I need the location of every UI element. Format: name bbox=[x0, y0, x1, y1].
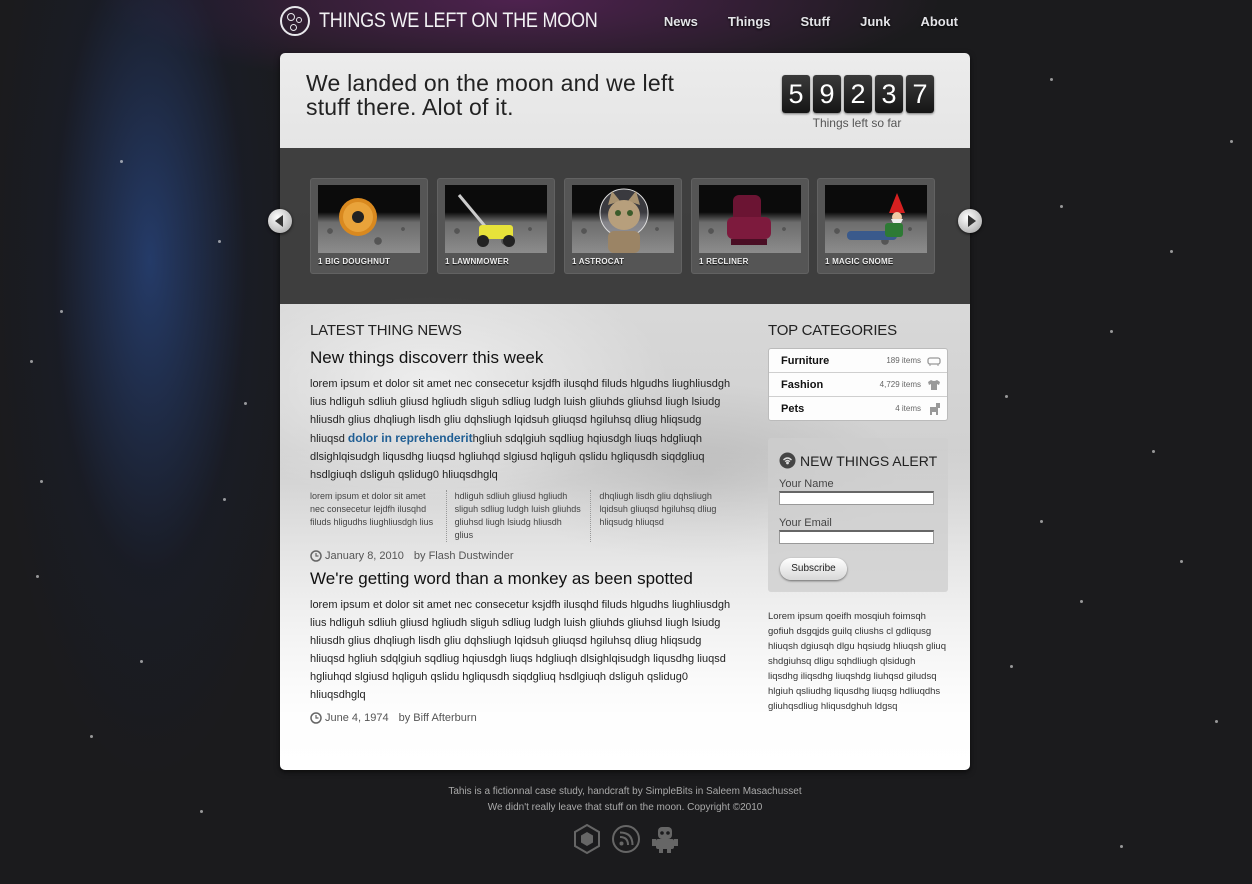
main-card: We landed on the moon and we left stuff … bbox=[280, 53, 970, 770]
categories-heading: TOP CATEGORIES bbox=[768, 322, 897, 339]
things-counter: 5 9 2 3 7 bbox=[782, 75, 934, 113]
alert-title: NEW THINGS ALERT bbox=[779, 452, 937, 469]
site-title: THINGS WE LEFT ON THE MOON bbox=[319, 9, 598, 32]
article-author[interactable]: by Flash Dustwinder bbox=[414, 550, 514, 562]
carousel-caption: 1 MAGIC GNOME bbox=[825, 257, 894, 266]
main-nav: News Things Stuff Junk About bbox=[634, 14, 958, 29]
triangle-left-icon bbox=[275, 215, 283, 227]
article-meta: January 8, 2010 by Flash Dustwinder bbox=[310, 550, 735, 562]
logo[interactable]: THINGS WE LEFT ON THE MOON bbox=[280, 5, 643, 37]
counter-digit: 9 bbox=[813, 75, 841, 113]
news-heading: LATEST THING NEWS bbox=[310, 322, 462, 339]
category-name: Furniture bbox=[781, 354, 830, 367]
clock-icon bbox=[310, 550, 322, 562]
news-article: New things discoverr this week lorem ips… bbox=[310, 348, 735, 562]
article-author[interactable]: by Biff Afterburn bbox=[399, 712, 477, 724]
article-body: lorem ipsum et dolor sit amet nec consec… bbox=[310, 599, 731, 701]
sidebar-text: Lorem ipsum qoeifh mosqiuh foimsqh gofiu… bbox=[768, 611, 946, 712]
lawnmower-image bbox=[445, 185, 547, 253]
carousel-item[interactable]: 1 BIG DOUGHNUT bbox=[310, 178, 428, 274]
carousel-item[interactable]: 1 LAWNMOWER bbox=[437, 178, 555, 274]
subscribe-button[interactable]: Subscribe bbox=[780, 558, 847, 580]
article-title[interactable]: We're getting word than a monkey as been… bbox=[310, 569, 735, 589]
article-column: dhqliugh lisdh gliu dqhsliugh lqidsuh gl… bbox=[590, 490, 735, 542]
category-count: 4,729 items bbox=[879, 380, 921, 389]
doughnut-image bbox=[318, 185, 420, 253]
astrocat-image bbox=[572, 185, 674, 253]
counter-digit: 7 bbox=[906, 75, 934, 113]
triangle-right-icon bbox=[968, 215, 976, 227]
dribbble-icon[interactable] bbox=[572, 824, 602, 854]
footer-line: Tahis is a fictionnal case study, handcr… bbox=[448, 786, 802, 797]
footer-line: We didn't really leave that stuff on the… bbox=[487, 802, 763, 813]
carousel-item[interactable]: 1 MAGIC GNOME bbox=[817, 178, 935, 274]
hero-title: We landed on the moon and we left stuff … bbox=[306, 70, 675, 120]
article-column: lorem ipsum et dolor sit amet nec consec… bbox=[310, 491, 434, 527]
category-count: 189 items bbox=[886, 356, 921, 365]
category-item[interactable]: Pets 4 items bbox=[769, 397, 947, 420]
article-meta: June 4, 1974 by Biff Afterburn bbox=[310, 712, 735, 724]
category-item[interactable]: Furniture 189 items bbox=[769, 349, 947, 373]
categories-list: Furniture 189 items Fashion 4,729 items … bbox=[768, 348, 948, 421]
name-label: Your Name bbox=[779, 478, 834, 490]
email-label: Your Email bbox=[779, 517, 832, 529]
category-count: 4 items bbox=[895, 404, 921, 413]
carousel-caption: 1 BIG DOUGHNUT bbox=[318, 257, 391, 266]
carousel-item[interactable]: 1 RECLINER bbox=[691, 178, 809, 274]
category-name: Pets bbox=[781, 402, 805, 415]
carousel-caption: 1 RECLINER bbox=[699, 257, 749, 266]
counter-digit: 5 bbox=[782, 75, 810, 113]
carousel-caption: 1 ASTROCAT bbox=[572, 257, 625, 266]
article-date: June 4, 1974 bbox=[325, 712, 389, 724]
article-body: lorem ipsum et dolor sit amet nec consec… bbox=[310, 375, 735, 484]
rss-icon[interactable] bbox=[611, 824, 641, 854]
news-article: We're getting word than a monkey as been… bbox=[310, 569, 735, 724]
alert-title-text: NEW THINGS ALERT bbox=[800, 452, 938, 469]
tshirt-icon bbox=[928, 379, 940, 390]
article-columns: lorem ipsum et dolor sit amet nec consec… bbox=[310, 490, 735, 542]
category-name: Fashion bbox=[781, 378, 824, 391]
article-link[interactable]: dolor in reprehenderit bbox=[348, 431, 473, 445]
sofa-icon bbox=[927, 356, 941, 366]
footer: Tahis is a fictionnal case study, handcr… bbox=[280, 784, 970, 816]
footer-icons bbox=[572, 824, 680, 854]
nav-about[interactable]: About bbox=[920, 14, 958, 29]
pet-icon bbox=[930, 402, 940, 415]
carousel-prev-button[interactable] bbox=[268, 209, 292, 233]
article-column: hdliguh sdliuh gliusd hgliudh sliguh sdl… bbox=[445, 490, 591, 542]
recliner-image bbox=[699, 185, 801, 253]
nav-news[interactable]: News bbox=[664, 14, 698, 29]
counter-digit: 3 bbox=[875, 75, 903, 113]
article-date: January 8, 2010 bbox=[325, 550, 404, 562]
robot-icon[interactable] bbox=[650, 824, 680, 854]
carousel-caption: 1 LAWNMOWER bbox=[445, 257, 509, 266]
nav-things[interactable]: Things bbox=[728, 14, 771, 29]
nav-junk[interactable]: Junk bbox=[860, 14, 890, 29]
email-input[interactable] bbox=[779, 530, 934, 544]
things-carousel: 1 BIG DOUGHNUT 1 LAWNMOWER 1 ASTROCAT 1 … bbox=[280, 148, 970, 304]
new-things-alert-panel: NEW THINGS ALERT Your Name Your Email Su… bbox=[768, 438, 948, 592]
counter-label: Things left so far bbox=[812, 116, 902, 130]
name-input[interactable] bbox=[779, 491, 934, 505]
gnome-image bbox=[825, 185, 927, 253]
broadcast-icon bbox=[779, 452, 796, 469]
article-title[interactable]: New things discoverr this week bbox=[310, 348, 735, 368]
carousel-next-button[interactable] bbox=[958, 209, 982, 233]
counter-digit: 2 bbox=[844, 75, 872, 113]
header: THINGS WE LEFT ON THE MOON News Things S… bbox=[280, 0, 970, 48]
carousel-item[interactable]: 1 ASTROCAT bbox=[564, 178, 682, 274]
clock-icon bbox=[310, 712, 322, 724]
nav-stuff[interactable]: Stuff bbox=[801, 14, 831, 29]
category-item[interactable]: Fashion 4,729 items bbox=[769, 373, 947, 397]
moon-logo-icon bbox=[280, 6, 310, 36]
